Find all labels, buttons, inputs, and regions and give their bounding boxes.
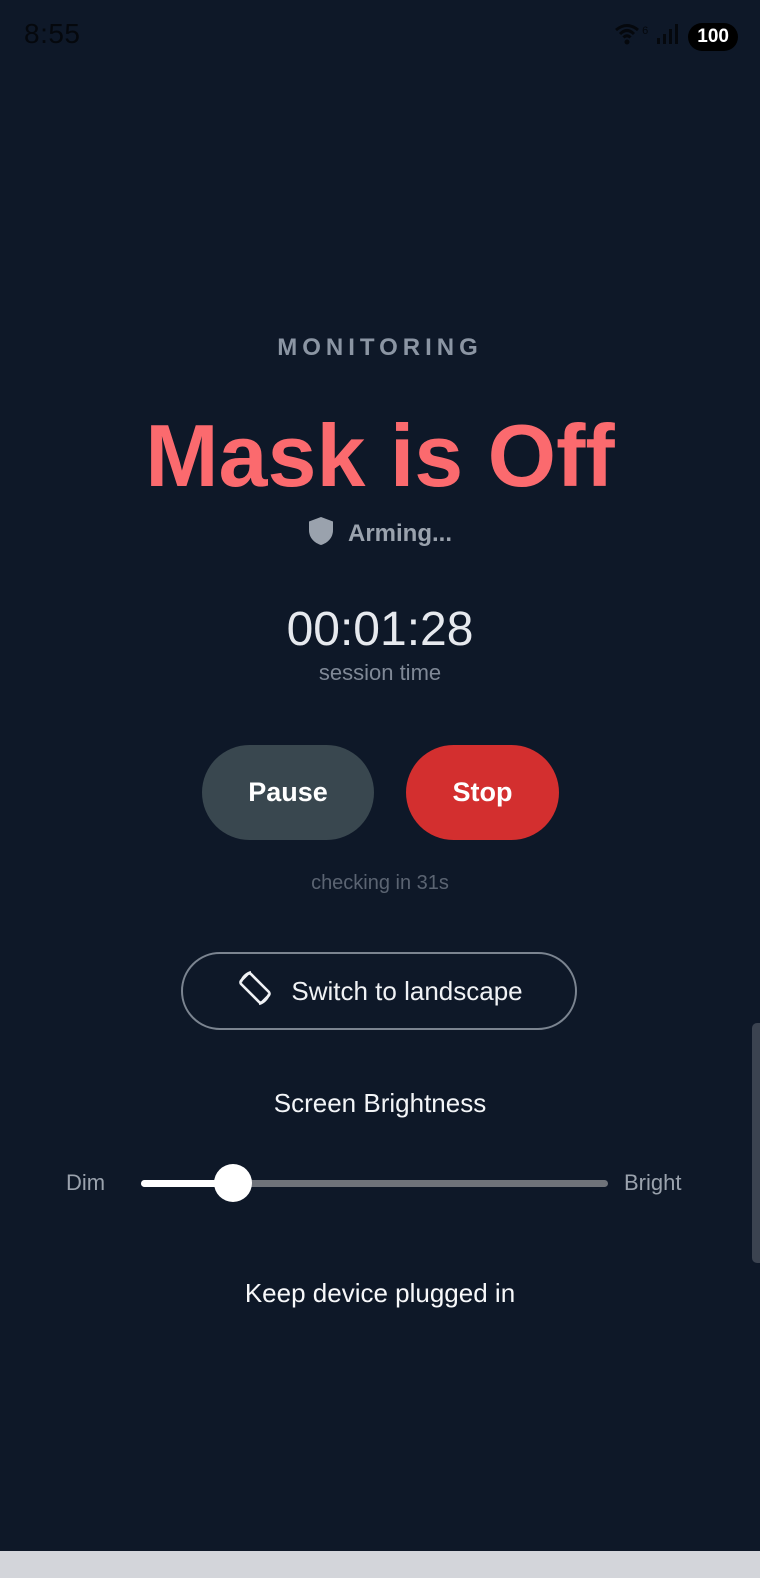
arming-status: Arming...: [0, 516, 760, 551]
status-bar: 8:55 6 100: [0, 0, 760, 70]
status-icons: 6 100: [614, 22, 738, 51]
brightness-slider-thumb[interactable]: [213, 1164, 252, 1202]
stop-button[interactable]: Stop: [406, 745, 559, 840]
session-timer: 00:01:28: [286, 603, 474, 656]
screen-rotation-icon: [235, 968, 275, 1015]
session-time-label: session time: [318, 660, 442, 685]
scrollbar[interactable]: [752, 1023, 760, 1263]
status-time: 8:55: [24, 18, 81, 49]
checking-countdown: checking in 31s: [311, 872, 449, 894]
mask-state-title: Mask is Off: [145, 406, 615, 505]
shield-icon: [308, 516, 334, 551]
arming-text: Arming...: [347, 519, 452, 547]
switch-landscape-button[interactable]: Switch to landscape: [181, 952, 577, 1030]
brightness-slider[interactable]: [141, 1164, 608, 1202]
battery-indicator: 100: [688, 22, 738, 51]
signal-icon: [656, 23, 680, 50]
switch-landscape-label: Switch to landscape: [291, 975, 523, 1006]
wifi-icon: [614, 22, 644, 51]
brightness-max-label: Bright: [624, 1170, 682, 1195]
wifi-badge: 6: [642, 24, 649, 37]
section-label: MONITORING: [277, 334, 483, 361]
brightness-min-label: Dim: [66, 1170, 106, 1195]
navigation-bar: [0, 1551, 760, 1578]
brightness-title: Screen Brightness: [273, 1088, 487, 1118]
plugged-in-note: Keep device plugged in: [244, 1278, 516, 1308]
pause-button[interactable]: Pause: [202, 745, 374, 840]
